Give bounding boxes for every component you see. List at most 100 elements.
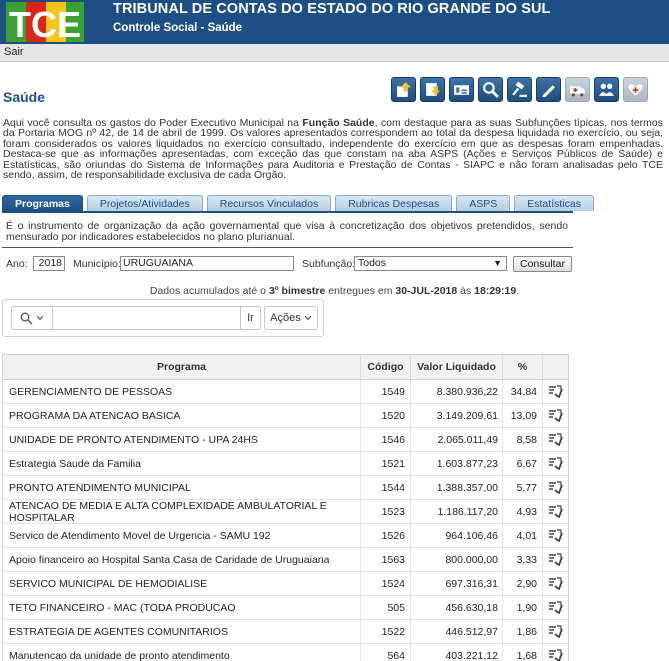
cell-programa: ATENCAO DE MEDIA E ALTA COMPLEXIDADE AMB… [3, 500, 361, 524]
cell-percent: 34,84 [503, 380, 543, 403]
cell-codigo: 1524 [361, 572, 411, 595]
search-options-button[interactable] [12, 307, 53, 329]
year-label: Ano: [6, 258, 28, 270]
drilldown-icon[interactable] [543, 500, 568, 523]
heart-icon[interactable] [623, 77, 648, 102]
programs-table: Programa Código Valor Liquidado % GERENC… [2, 354, 569, 661]
search-box: Ir [11, 306, 261, 330]
drilldown-icon[interactable] [543, 644, 568, 661]
column-header-valor[interactable]: Valor Liquidado [411, 355, 503, 379]
cell-codigo: 1526 [361, 524, 411, 547]
cell-percent: 8,58 [503, 428, 543, 451]
subfunction-label: Subfunção: [302, 258, 356, 270]
cell-programa: UNIDADE DE PRONTO ATENDIMENTO - UPA 24HS [3, 428, 361, 451]
column-header-codigo[interactable]: Código [361, 355, 411, 379]
pencil-icon[interactable] [536, 77, 561, 102]
cell-valor: 456.630,18 [411, 596, 503, 619]
chevron-down-icon [36, 315, 44, 321]
consult-button[interactable]: Consultar [513, 256, 572, 272]
table-row[interactable]: PRONTO ATENDIMENTO MUNICIPAL 1544 1.388.35… [3, 476, 568, 500]
cell-programa: PROGRAMA DA ATENCAO BASICA [3, 404, 361, 427]
cell-codigo: 564 [361, 644, 411, 661]
cell-codigo: 1522 [361, 620, 411, 643]
tab-programas[interactable]: Programas [2, 195, 83, 211]
table-row[interactable]: Apoio financeiro ao Hospital Santa Casa … [3, 548, 568, 572]
cell-codigo: 1546 [361, 428, 411, 451]
drilldown-icon[interactable] [543, 572, 568, 595]
subfunction-select[interactable]: Todos ▼ [354, 256, 507, 271]
table-row[interactable]: SERVICO MUNICIPAL DE HEMODIALISE 1524 697.… [3, 572, 568, 596]
table-row[interactable]: ESTRATEGIA DE AGENTES COMUNITARIOS 1522 44… [3, 620, 568, 644]
ambulance-icon[interactable] [565, 77, 590, 102]
download-down-icon[interactable] [420, 77, 445, 102]
table-row[interactable]: Manutencao da unidade de pronto atendime… [3, 644, 568, 661]
logout-link[interactable]: Sair [4, 46, 24, 58]
cell-valor: 2.065.011,49 [411, 428, 503, 451]
municipality-input[interactable]: URUGUAIANA [120, 256, 294, 271]
tab-recursos-vinculados[interactable]: Recursos Vinculados [206, 195, 332, 211]
table-row[interactable]: Servico de Atendimento Movel de Urgencia… [3, 524, 568, 548]
tab-description: É o instrumento de organização da ação g… [6, 220, 568, 243]
column-header-percent[interactable]: % [503, 355, 543, 379]
drilldown-icon[interactable] [543, 596, 568, 619]
cell-percent: 1,68 [503, 644, 543, 661]
cell-codigo: 505 [361, 596, 411, 619]
municipality-label: Município: [73, 258, 121, 270]
logo-text: TCE [9, 4, 81, 44]
cell-percent: 13,09 [503, 404, 543, 427]
cell-valor: 1.186.117,20 [411, 500, 503, 523]
cell-codigo: 1563 [361, 548, 411, 571]
table-row[interactable]: UNIDADE DE PRONTO ATENDIMENTO - UPA 24HS… [3, 428, 568, 452]
cell-percent: 6,67 [503, 452, 543, 475]
table-body: GERENCIAMENTO DE PESSOAS 1549 8.380.936,22… [3, 380, 568, 661]
table-row[interactable]: Estrategia Saude da Familia 1521 1.603.877… [3, 452, 568, 476]
drilldown-icon[interactable] [543, 476, 568, 499]
drilldown-icon[interactable] [543, 548, 568, 571]
table-row[interactable]: GERENCIAMENTO DE PESSOAS 1549 8.380.936,22… [3, 380, 568, 404]
tab-projetos-atividades[interactable]: Projetos/Atividades [86, 195, 203, 211]
table-row[interactable]: TETO FINANCEIRO - MAC (TODA PRODUCAO 505 4… [3, 596, 568, 620]
cell-valor: 8.380.936,22 [411, 380, 503, 403]
cell-codigo: 1549 [361, 380, 411, 403]
cell-valor: 697.316,31 [411, 572, 503, 595]
tab-underline [2, 211, 573, 213]
cell-valor: 446.512,97 [411, 620, 503, 643]
search-icon[interactable] [478, 77, 503, 102]
drilldown-icon[interactable] [543, 620, 568, 643]
subfunction-value: Todos [358, 257, 387, 269]
tab-asps[interactable]: ASPS [456, 195, 511, 211]
cell-programa: Servico de Atendimento Movel de Urgencia… [3, 524, 361, 547]
drilldown-icon[interactable] [543, 452, 568, 475]
site-header: TCE TRIBUNAL DE CONTAS DO ESTADO DO RIO … [0, 0, 669, 44]
filter-bar: Ano: 2018 Município: URUGUAIANA Subfunçã… [6, 256, 666, 272]
cell-valor: 800.000,00 [411, 548, 503, 571]
year-input[interactable]: 2018 [33, 256, 65, 271]
chevron-down-icon [304, 315, 312, 321]
nav-bar: Sair [0, 44, 669, 62]
column-header-programa[interactable]: Programa [3, 355, 361, 379]
download-up-icon[interactable] [391, 77, 416, 102]
table-row[interactable]: ATENCAO DE MEDIA E ALTA COMPLEXIDADE AMB… [3, 500, 568, 524]
drilldown-icon[interactable] [543, 524, 568, 547]
cell-programa: GERENCIAMENTO DE PESSOAS [3, 380, 361, 403]
actions-menu-button[interactable]: Ações [264, 306, 318, 330]
search-go-button[interactable]: Ir [240, 307, 260, 329]
tce-logo[interactable]: TCE [4, 0, 86, 44]
search-input[interactable] [53, 307, 241, 329]
report-icon[interactable] [449, 77, 474, 102]
cell-codigo: 1521 [361, 452, 411, 475]
people-icon[interactable] [594, 77, 619, 102]
gavel-icon[interactable] [507, 77, 532, 102]
cell-programa: TETO FINANCEIRO - MAC (TODA PRODUCAO [3, 596, 361, 619]
drilldown-icon[interactable] [543, 428, 568, 451]
cell-percent: 5,77 [503, 476, 543, 499]
data-notice: Dados acumulados até o 3º bimestre entre… [149, 285, 520, 297]
tab-rubricas-despesas[interactable]: Rubricas Despesas [335, 195, 453, 211]
drilldown-icon[interactable] [543, 404, 568, 427]
tab-bar: Programas Projetos/Atividades Recursos V… [2, 195, 594, 211]
cell-percent: 1,86 [503, 620, 543, 643]
cell-programa: Apoio financeiro ao Hospital Santa Casa … [3, 548, 361, 571]
table-row[interactable]: PROGRAMA DA ATENCAO BASICA 1520 3.149.209,… [3, 404, 568, 428]
drilldown-icon[interactable] [543, 380, 568, 403]
tab-estatisticas[interactable]: Estatísticas [514, 195, 594, 211]
